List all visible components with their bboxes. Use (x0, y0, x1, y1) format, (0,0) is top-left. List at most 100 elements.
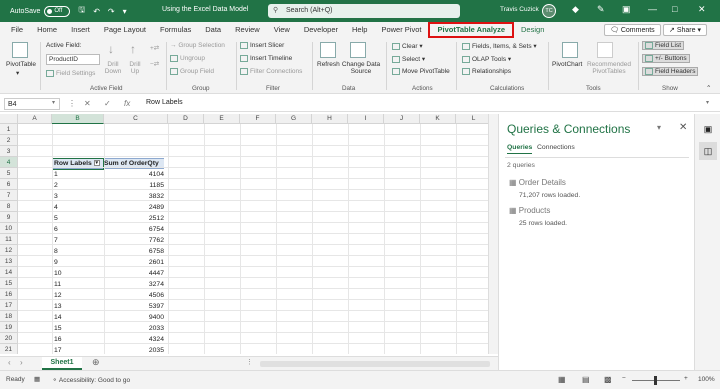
document-icon[interactable]: ▣ (699, 120, 717, 138)
tab-queries[interactable]: Queries (507, 144, 533, 154)
pivot-value[interactable]: 3274 (104, 279, 164, 290)
pivot-value[interactable]: 4324 (104, 334, 164, 345)
pivottable-icon[interactable] (12, 42, 28, 58)
pivot-row-label[interactable]: 15 (54, 323, 62, 334)
avatar[interactable]: TC (542, 4, 556, 18)
pivot-row-label[interactable]: 11 (54, 279, 61, 290)
prev-sheet-icon[interactable]: ‹ (8, 358, 11, 367)
page-layout-view-icon[interactable]: ▤ (582, 375, 590, 384)
tab-pivottable-analyze[interactable]: PivotTable Analyze (428, 22, 515, 38)
pivot-value[interactable]: 2035 (104, 345, 164, 354)
pivot-value[interactable]: 9400 (104, 312, 164, 323)
ribbon-display-icon[interactable]: ▣ (622, 4, 631, 15)
tab-page-layout[interactable]: Page Layout (97, 22, 153, 38)
expand-field-icon[interactable]: +⇄ (150, 44, 159, 52)
close-pane-icon[interactable]: ✕ (679, 122, 687, 133)
column-header-F[interactable]: F (240, 114, 276, 124)
column-header-E[interactable]: E (204, 114, 240, 124)
row-header-5[interactable]: 5 (0, 168, 18, 179)
query-order-details[interactable]: ▦ Order Details (509, 178, 566, 187)
zoom-in-icon[interactable]: + (684, 375, 688, 382)
row-header-21[interactable]: 21 (0, 344, 18, 354)
refresh-button[interactable]: Refresh (317, 61, 340, 68)
row-header-15[interactable]: 15 (0, 278, 18, 289)
column-header-C[interactable]: C (104, 114, 168, 124)
column-header-D[interactable]: D (168, 114, 204, 124)
pivot-row-labels-header[interactable]: Row Labels ▾ (54, 158, 100, 169)
tab-insert[interactable]: Insert (64, 22, 97, 38)
customize-qat-icon[interactable]: ▾ (123, 7, 127, 16)
sheet-tab-sheet1[interactable]: Sheet1 (42, 357, 82, 370)
pen-icon[interactable]: ✎ (597, 4, 605, 15)
pivot-row-label[interactable]: 17 (54, 345, 62, 354)
pivot-row-label[interactable]: 14 (54, 312, 62, 323)
olap-tools-button[interactable]: OLAP Tools ▾ (462, 55, 511, 63)
comments-button[interactable]: 🗨 Comments (604, 24, 661, 36)
query-products[interactable]: ▦ Products (509, 206, 550, 215)
pivot-sum-header[interactable]: Sum of OrderQty (104, 158, 159, 169)
pivot-row-label[interactable]: 13 (54, 301, 62, 312)
pivot-value[interactable]: 2489 (104, 202, 164, 213)
select-all-corner[interactable] (0, 114, 18, 124)
collapse-field-icon[interactable]: −⇄ (150, 60, 159, 68)
column-header-B[interactable]: B (52, 114, 104, 124)
worksheet-grid[interactable]: A B C D E F G H I J K L 1 2 3 4 5 6 7 8 9 10 11 12 13 14 15 16 17 18 1… (0, 114, 488, 354)
group-selection-button[interactable]: → Group Selection (170, 42, 225, 49)
next-sheet-icon[interactable]: › (20, 358, 23, 367)
tab-formulas[interactable]: Formulas (153, 22, 198, 38)
vertical-scrollbar[interactable] (488, 114, 498, 354)
collapse-ribbon-icon[interactable]: ⌃ (706, 84, 711, 92)
change-data-source-button[interactable]: Change Data Source (341, 61, 381, 75)
tab-design[interactable]: Design (514, 22, 551, 38)
expand-formula-icon[interactable]: ▾ (706, 99, 709, 106)
column-header-H[interactable]: H (312, 114, 348, 124)
row-header-9[interactable]: 9 (0, 212, 18, 223)
share-button[interactable]: ↗ Share ▾ (663, 24, 707, 36)
pivot-value[interactable]: 6758 (104, 246, 164, 257)
row-header-17[interactable]: 17 (0, 300, 18, 311)
save-icon[interactable]: 🖫 (78, 4, 85, 18)
filter-connections-button[interactable]: Filter Connections (240, 68, 302, 75)
close-icon[interactable]: ✕ (698, 4, 706, 15)
pivot-row-label[interactable]: 3 (54, 191, 58, 202)
tab-help[interactable]: Help (345, 22, 374, 38)
row-header-6[interactable]: 6 (0, 179, 18, 190)
pivot-row-label[interactable]: 5 (54, 213, 58, 224)
normal-view-icon[interactable]: ▦ (558, 375, 566, 384)
pivot-value[interactable]: 1185 (104, 180, 164, 191)
tab-review[interactable]: Review (228, 22, 267, 38)
row-header-3[interactable]: 3 (0, 146, 18, 157)
name-box-dropdown-icon[interactable]: ▾ (52, 99, 55, 106)
queries-pane-icon[interactable]: ◫ (699, 142, 717, 160)
autosave-toggle[interactable]: Off (44, 5, 71, 17)
column-header-K[interactable]: K (420, 114, 456, 124)
row-header-16[interactable]: 16 (0, 289, 18, 300)
pivot-value[interactable]: 2601 (104, 257, 164, 268)
field-headers-button[interactable]: Field Headers (642, 67, 699, 77)
function-icon[interactable]: fx (124, 99, 130, 108)
column-header-I[interactable]: I (348, 114, 384, 124)
redo-icon[interactable]: ↷ (108, 7, 115, 16)
search-box[interactable]: ⚲ Search (Alt+Q) (268, 4, 460, 18)
accessibility-status[interactable]: ⚬ Accessibility: Good to go (52, 376, 130, 384)
formula-input[interactable]: Row Labels (146, 99, 183, 106)
enter-icon[interactable]: ✓ (104, 99, 111, 108)
row-header-13[interactable]: 13 (0, 256, 18, 267)
column-header-A[interactable]: A (18, 114, 52, 124)
pivot-value[interactable]: 3832 (104, 191, 164, 202)
group-field-button[interactable]: Group Field (170, 68, 214, 75)
pane-options-icon[interactable]: ▾ (657, 123, 661, 132)
pivot-row-label[interactable]: 2 (54, 180, 58, 191)
field-settings-button[interactable]: Field Settings (46, 70, 95, 77)
page-break-view-icon[interactable]: ▩ (604, 375, 612, 384)
clear-button[interactable]: Clear ▾ (392, 42, 423, 50)
pivot-row-label[interactable]: 16 (54, 334, 62, 345)
row-header-1[interactable]: 1 (0, 124, 18, 135)
column-header-L[interactable]: L (456, 114, 488, 124)
row-header-8[interactable]: 8 (0, 201, 18, 212)
tab-power-pivot[interactable]: Power Pivot (374, 22, 428, 38)
pivot-row-label[interactable]: 12 (54, 290, 62, 301)
tab-home[interactable]: Home (30, 22, 64, 38)
user-name[interactable]: Travis Cuzick (500, 6, 539, 13)
row-header-7[interactable]: 7 (0, 190, 18, 201)
